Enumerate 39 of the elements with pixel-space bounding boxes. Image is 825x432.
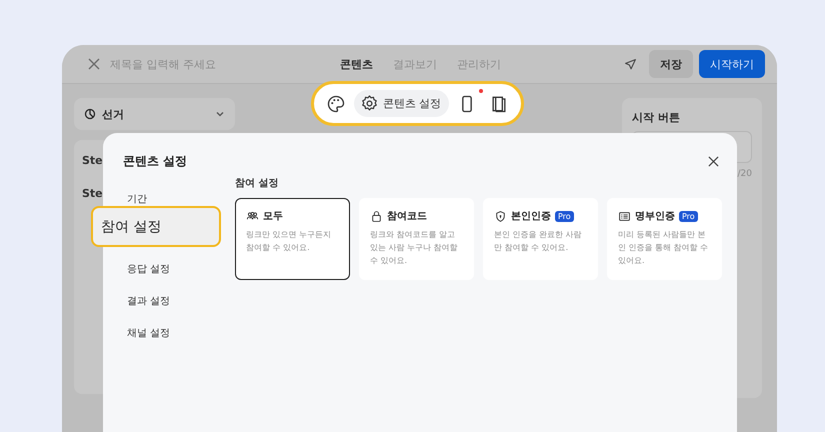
send-icon[interactable] <box>624 58 637 70</box>
gear-icon <box>360 94 379 113</box>
option-title: 명부인증 <box>635 210 675 223</box>
option-card[interactable]: 모두 링크만 있으면 누구든지 참여할 수 있어요. <box>235 198 350 280</box>
dropdown-label: 선거 <box>102 106 125 122</box>
option-title: 본인인증 <box>511 210 551 223</box>
sidebar-item[interactable]: 참여 설정 <box>91 206 221 247</box>
pro-badge: Pro <box>679 210 698 222</box>
close-button[interactable] <box>708 156 719 167</box>
lock-icon <box>370 210 383 222</box>
option-description: 미리 등록된 사람들만 본인 인증을 통해 참여할 수 있어요. <box>618 229 710 267</box>
option-card[interactable]: 명부인증 Pro 미리 등록된 사람들만 본인 인증을 통해 참여할 수 있어요. <box>607 198 722 280</box>
close-icon[interactable] <box>88 58 100 70</box>
option-card[interactable]: 참여코드 링크와 참여코드를 알고 있는 사람 누구나 참여할 수 있어요. <box>359 198 474 280</box>
sidebar-item[interactable]: 결과 설정 <box>123 285 170 317</box>
category-dropdown[interactable]: 선거 <box>74 98 235 130</box>
list-icon <box>618 210 631 222</box>
shield-icon <box>494 210 507 222</box>
sidebar-item[interactable]: 채널 설정 <box>123 317 170 349</box>
sidebar-item[interactable]: 응답 설정 <box>123 253 170 285</box>
option-title: 참여코드 <box>387 210 427 223</box>
pro-badge: Pro <box>555 210 574 222</box>
pie-icon <box>84 108 96 120</box>
palette-icon <box>326 94 346 114</box>
start-button[interactable]: 시작하기 <box>699 50 765 78</box>
nav-tab[interactable]: 콘텐츠 <box>340 56 373 72</box>
sidebar-item[interactable]: 기간 <box>123 186 147 208</box>
chevron-down-icon <box>215 109 225 119</box>
dialog-title: 콘텐츠 설정 <box>123 153 188 170</box>
settings-tab[interactable]: 콘텐츠 설정 <box>354 90 450 117</box>
option-description: 링크만 있으면 누구든지 참여할 수 있어요. <box>246 229 332 254</box>
option-description: 링크와 참여코드를 알고 있는 사람 누구나 참여할 수 있어요. <box>370 229 459 267</box>
option-card[interactable]: 본인인증 Pro 본인 인증을 완료한 사람만 참여할 수 있어요. <box>483 198 598 280</box>
panel-title: 시작 버튼 <box>632 110 681 125</box>
section-title: 참여 설정 <box>235 177 280 190</box>
option-title: 모두 <box>263 210 283 223</box>
option-description: 본인 인증을 완료한 사람만 참여할 수 있어요. <box>494 229 583 254</box>
save-button[interactable]: 저장 <box>649 50 693 78</box>
char-counter: /20 <box>736 169 752 179</box>
